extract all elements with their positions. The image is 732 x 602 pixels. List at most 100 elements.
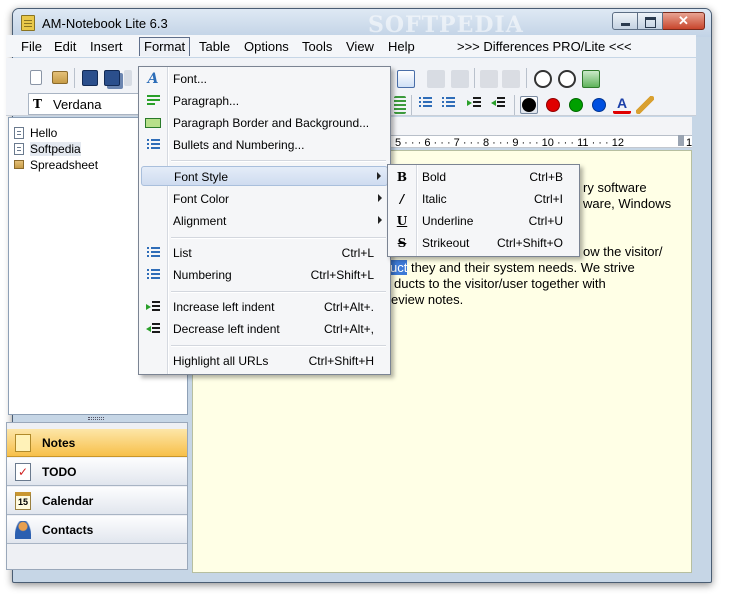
ruler-tail: 1: [686, 137, 693, 149]
menu-options[interactable]: Options: [239, 37, 294, 56]
numbering-icon[interactable]: [440, 96, 458, 114]
ruler-scale: 5 · · · 6 · · · 7 · · · 8 · · · 9 · · · …: [395, 137, 624, 149]
menu-item-decrease-indent[interactable]: Decrease left indent Ctrl+Alt+,: [141, 319, 388, 339]
menu-file[interactable]: File: [16, 37, 47, 56]
maximize-button[interactable]: [638, 12, 663, 30]
export-icon[interactable]: [582, 70, 600, 88]
menu-item-list[interactable]: List Ctrl+L: [141, 243, 388, 263]
align-justify-icon[interactable]: [394, 96, 406, 114]
right-indent-marker[interactable]: [678, 135, 684, 146]
menu-table[interactable]: Table: [194, 37, 235, 56]
menu-item-strikeout[interactable]: S Strikeout Ctrl+Shift+O: [390, 233, 577, 253]
pane-splitter[interactable]: [88, 417, 104, 420]
doc-line: uct they and their system needs. We stri…: [390, 260, 635, 275]
tree-item-spreadsheet[interactable]: Spreadsheet: [14, 158, 98, 174]
save-icon[interactable]: [82, 70, 98, 86]
indent-decrease-icon: [145, 322, 161, 336]
table-column-icon[interactable]: [451, 70, 469, 88]
differences-link[interactable]: >>> Differences PRO/Lite <<<: [452, 37, 637, 56]
menu-item-underline[interactable]: U Underline Ctrl+U: [390, 211, 577, 231]
color-blue-button[interactable]: [590, 96, 608, 114]
list-icon[interactable]: [417, 96, 435, 114]
insert-table-icon[interactable]: [397, 70, 415, 88]
italic-icon: /: [399, 192, 405, 206]
menu-item-bold[interactable]: B Bold Ctrl+B: [390, 167, 577, 187]
new-sheet-icon[interactable]: [52, 71, 68, 84]
color-red-button[interactable]: [544, 96, 562, 114]
submenu-arrow-icon: [377, 172, 381, 180]
save-all-icon[interactable]: [104, 70, 120, 86]
indent-increase-icon[interactable]: [466, 96, 484, 114]
tree-item-hello[interactable]: Hello: [14, 126, 57, 142]
delete-row-icon[interactable]: [480, 70, 498, 88]
menu-separator: [171, 237, 386, 238]
menu-separator: [171, 291, 386, 292]
border-icon: [145, 118, 161, 128]
contacts-icon: [15, 521, 31, 539]
nav-calendar-button[interactable]: 15 Calendar: [7, 487, 187, 515]
new-note-icon[interactable]: [30, 70, 42, 85]
menu-item-numbering[interactable]: Numbering Ctrl+Shift+L: [141, 265, 388, 285]
list-icon: [145, 246, 161, 260]
font-icon: A: [147, 71, 159, 87]
menu-item-highlight-urls[interactable]: Highlight all URLs Ctrl+Shift+H: [141, 351, 388, 371]
bold-icon: B: [396, 170, 408, 184]
color-green-button[interactable]: [567, 96, 585, 114]
reminder-icon[interactable]: [534, 70, 552, 88]
numbering-icon: [145, 268, 161, 282]
delete-column-icon[interactable]: [502, 70, 520, 88]
menu-item-font[interactable]: A Font...: [141, 69, 388, 89]
toolbar-overflow[interactable]: [124, 70, 132, 86]
clock-icon[interactable]: [558, 70, 576, 88]
title-bar[interactable]: AM-Notebook Lite 6.3 SOFTPEDIA ✕: [13, 9, 711, 38]
underline-icon: U: [396, 214, 408, 228]
notes-icon: [15, 434, 31, 452]
nav-contacts-button[interactable]: Contacts: [7, 516, 187, 544]
font-name-value: Verdana: [53, 97, 102, 112]
selected-text: uct: [390, 260, 408, 275]
menu-item-increase-indent[interactable]: Increase left indent Ctrl+Alt+.: [141, 297, 388, 317]
highlight-brush-icon[interactable]: [636, 96, 654, 114]
toolbar-separator: [411, 95, 412, 115]
window-controls: ✕: [612, 12, 705, 30]
menu-item-paragraph[interactable]: Paragraph...: [141, 91, 388, 111]
menu-item-font-color[interactable]: Font Color: [141, 189, 388, 209]
menu-item-italic[interactable]: / Italic Ctrl+I: [390, 189, 577, 209]
toolbar-separator: [74, 68, 75, 88]
format-menu: A Font... Paragraph... Paragraph Border …: [138, 66, 391, 375]
menu-format[interactable]: Format: [139, 37, 191, 56]
spreadsheet-icon: [14, 160, 24, 169]
menu-view[interactable]: View: [341, 37, 379, 56]
tree-item-softpedia[interactable]: Softpedia: [14, 142, 81, 158]
minimize-button[interactable]: [612, 12, 638, 30]
indent-increase-icon: [145, 300, 161, 314]
menu-item-alignment[interactable]: Alignment: [141, 211, 388, 231]
font-name-combo[interactable]: T Verdana: [28, 93, 146, 115]
submenu-arrow-icon: [378, 216, 382, 224]
navigation-panel: Notes ✓ TODO 15 Calendar Contacts: [6, 422, 188, 570]
table-row-icon[interactable]: [427, 70, 445, 88]
calendar-icon: 15: [15, 492, 31, 510]
close-button[interactable]: ✕: [663, 12, 705, 30]
menu-insert[interactable]: Insert: [85, 37, 128, 56]
menu-tools[interactable]: Tools: [297, 37, 337, 56]
todo-icon: ✓: [15, 463, 31, 481]
menu-help[interactable]: Help: [383, 37, 420, 56]
menu-item-paragraph-border[interactable]: Paragraph Border and Background...: [141, 113, 388, 133]
font-color-icon[interactable]: A: [613, 96, 631, 114]
menu-item-font-style[interactable]: Font Style: [141, 166, 388, 186]
indent-decrease-icon[interactable]: [490, 96, 508, 114]
doc-line: eview notes.: [391, 292, 464, 307]
menu-separator: [171, 345, 386, 346]
toolbar-separator: [514, 95, 515, 115]
color-black-button[interactable]: [520, 96, 538, 114]
notebook-app-icon: [21, 15, 35, 31]
submenu-arrow-icon: [378, 194, 382, 202]
toolbar-separator: [526, 68, 527, 88]
nav-notes-button[interactable]: Notes: [7, 429, 187, 457]
menu-item-bullets-numbering[interactable]: Bullets and Numbering...: [141, 135, 388, 155]
strikeout-icon: S: [397, 236, 407, 250]
menu-edit[interactable]: Edit: [49, 37, 81, 56]
nav-todo-button[interactable]: ✓ TODO: [7, 458, 187, 486]
bullets-icon: [145, 138, 161, 152]
